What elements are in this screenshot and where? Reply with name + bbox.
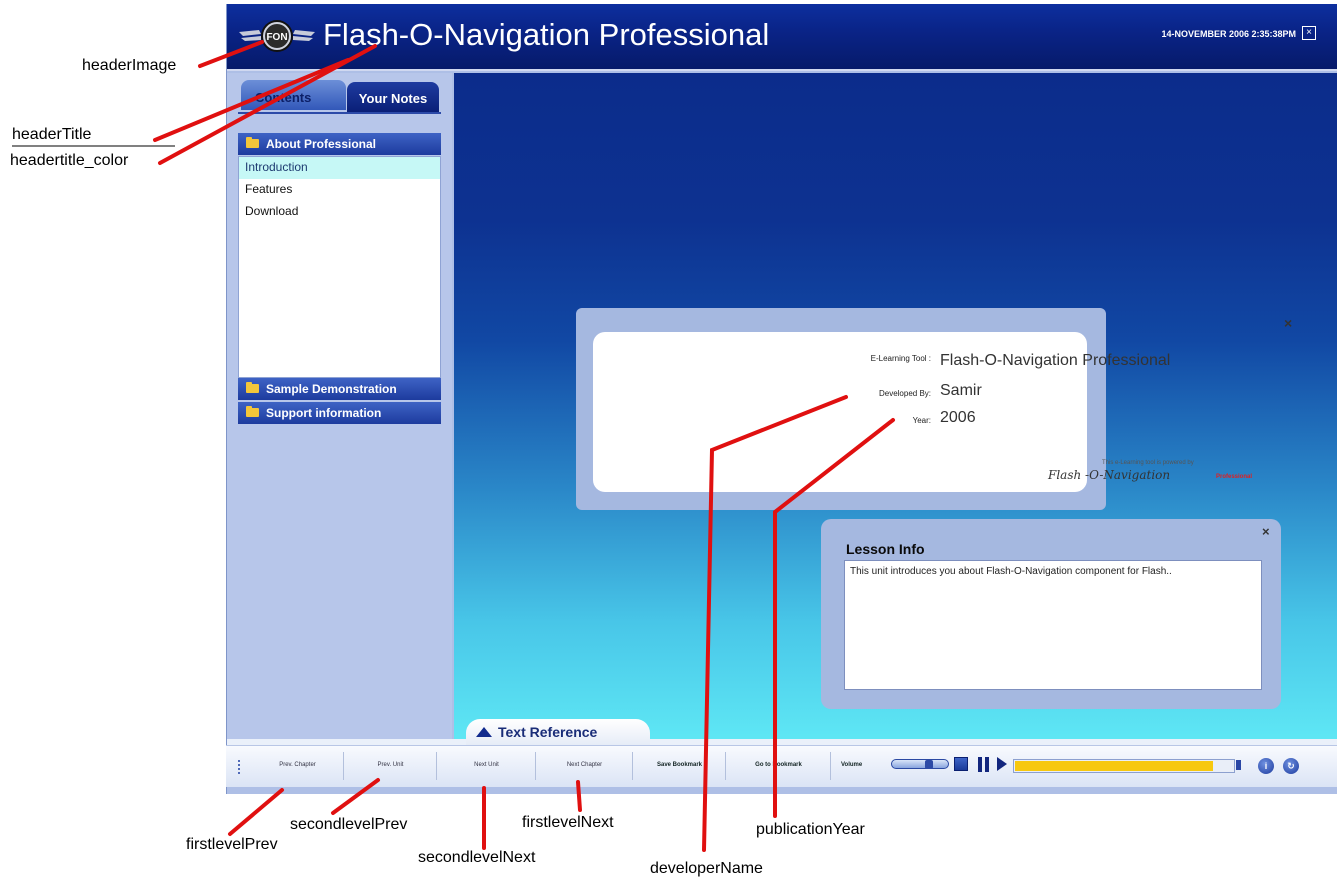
header-bar: FON Flash-O-Navigation Professional 14-N… — [227, 4, 1337, 71]
stop-icon[interactable] — [954, 757, 968, 771]
folder-label: About Professional — [266, 137, 377, 151]
next-chapter-button[interactable]: Next Chapter — [537, 752, 633, 780]
callout-developer-name: developerName — [650, 860, 763, 877]
list-item-features[interactable]: Features — [239, 179, 440, 201]
elearning-tool-value: Flash-O-Navigation Professional — [940, 352, 1171, 369]
speaker-icon[interactable] — [1236, 760, 1241, 770]
list-item-download[interactable]: Download — [239, 201, 440, 223]
volume-label: Volume — [841, 762, 863, 768]
prev-chapter-button[interactable]: Prev. Chapter — [252, 752, 344, 780]
folder-icon — [246, 382, 259, 393]
folder-about-professional[interactable]: About Professional — [238, 133, 441, 155]
callout-first-level-prev: firstlevelPrev — [186, 836, 278, 853]
go-to-bookmark-button[interactable]: Go to Bookmark — [727, 752, 831, 780]
developed-by-label: Developed By: — [878, 389, 931, 398]
save-bookmark-button[interactable]: Save Bookmark — [634, 752, 726, 780]
callout-second-level-next: secondlevelNext — [418, 849, 536, 866]
callout-line-first-level-prev — [228, 788, 284, 836]
lesson-info-body: This unit introduces you about Flash-O-N… — [844, 560, 1262, 690]
volume-slider[interactable] — [891, 759, 949, 769]
powered-by-text: This e-Learning tool is powered by — [1102, 460, 1194, 466]
callout-header-image: headerImage — [82, 57, 177, 74]
powered-by-edition: Professional — [1216, 474, 1253, 480]
lesson-list: Introduction Features Download — [238, 156, 441, 378]
exit-icon[interactable]: ↻ — [1283, 758, 1299, 774]
svg-text:FON: FON — [266, 32, 287, 43]
callout-second-level-prev: secondlevelPrev — [290, 816, 408, 833]
callout-header-title: headerTitle — [12, 126, 92, 143]
tab-contents[interactable]: Contents — [241, 80, 346, 110]
volume-slider-knob[interactable] — [925, 760, 933, 769]
lesson-info-close-icon[interactable]: × — [1262, 524, 1270, 539]
text-reference-tab[interactable]: Text Reference — [466, 719, 650, 745]
callout-publication-year: publicationYear — [756, 821, 865, 838]
header-title: Flash-O-Navigation Professional — [323, 17, 770, 52]
text-reference-label: Text Reference — [498, 724, 598, 740]
lesson-info-title: Lesson Info — [846, 541, 925, 557]
header-logo-icon: FON — [239, 20, 315, 52]
left-panel: Contents Your Notes About Professional I… — [227, 73, 452, 743]
folder-sample-demonstration[interactable]: Sample Demonstration — [238, 378, 441, 400]
next-unit-button[interactable]: Next Unit — [438, 752, 536, 780]
info-icon[interactable]: i — [1258, 758, 1274, 774]
window-close-icon[interactable]: × — [1302, 26, 1316, 40]
header-datetime: 14-NOVEMBER 2006 2:35:38PM — [1161, 29, 1296, 39]
developer-name-value: Samir — [940, 382, 982, 399]
powered-by-brand: Flash -O-Navigation — [1048, 468, 1171, 482]
year-label: Year: — [912, 416, 931, 425]
tab-underline — [238, 112, 441, 114]
tab-your-notes[interactable]: Your Notes — [347, 82, 439, 112]
progress-bar-fill — [1015, 761, 1213, 771]
triangle-up-icon — [476, 727, 492, 737]
callout-header-title-color: headertitle_color — [10, 152, 129, 169]
list-item-introduction[interactable]: Introduction — [239, 157, 440, 179]
elearning-tool-label: E-Learning Tool : — [870, 354, 931, 363]
folder-icon — [246, 137, 259, 148]
prev-unit-button[interactable]: Prev. Unit — [345, 752, 437, 780]
callout-first-level-next: firstlevelNext — [522, 814, 614, 831]
publication-year-value: 2006 — [940, 409, 976, 426]
folder-label: Support information — [266, 406, 382, 420]
pause-icon[interactable] — [977, 757, 991, 772]
play-icon[interactable] — [997, 757, 1007, 771]
folder-icon — [246, 406, 259, 417]
folder-support-information[interactable]: Support information — [238, 402, 441, 424]
toolbar-grip-icon[interactable] — [238, 760, 241, 774]
folder-label: Sample Demonstration — [266, 382, 397, 396]
about-close-icon[interactable]: × — [1284, 315, 1292, 331]
